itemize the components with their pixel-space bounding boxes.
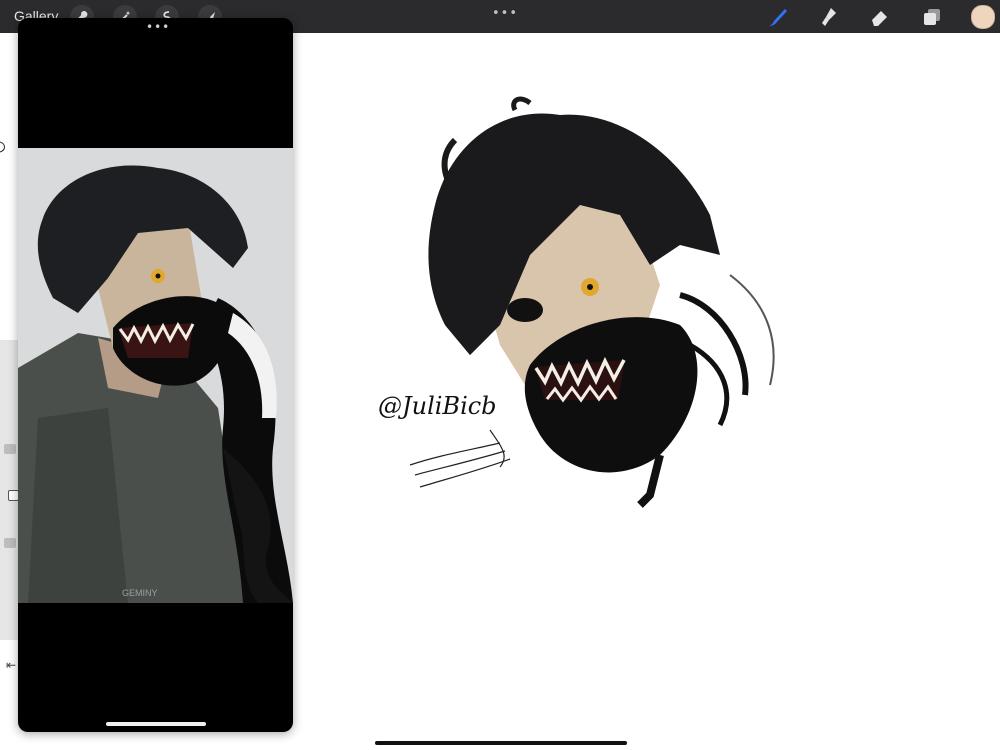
reference-menu-dots[interactable]: ••• [146,20,170,34]
sidebar [0,340,19,640]
home-indicator [375,741,627,745]
brush-icon[interactable] [766,5,790,29]
color-picker-swatch[interactable] [971,5,995,29]
eraser-icon[interactable] [868,5,892,29]
canvas-menu-dots[interactable]: ••• [492,6,518,21]
opacity-slider-handle[interactable] [4,538,16,548]
reference-panel[interactable]: ••• GEMINY [18,18,293,732]
reference-watermark: GEMINY [122,588,158,598]
reference-image [18,148,293,603]
layers-icon[interactable] [920,5,944,29]
brush-size-slider-handle[interactable] [4,444,16,454]
canvas-edge-stroke [0,141,5,153]
canvas-artwork [409,96,775,508]
artist-signature: @JuliBicb [378,392,497,420]
reference-home-indicator [106,722,206,726]
smudge-icon[interactable] [817,5,841,29]
undo-icon[interactable]: ⇤ [6,658,16,672]
